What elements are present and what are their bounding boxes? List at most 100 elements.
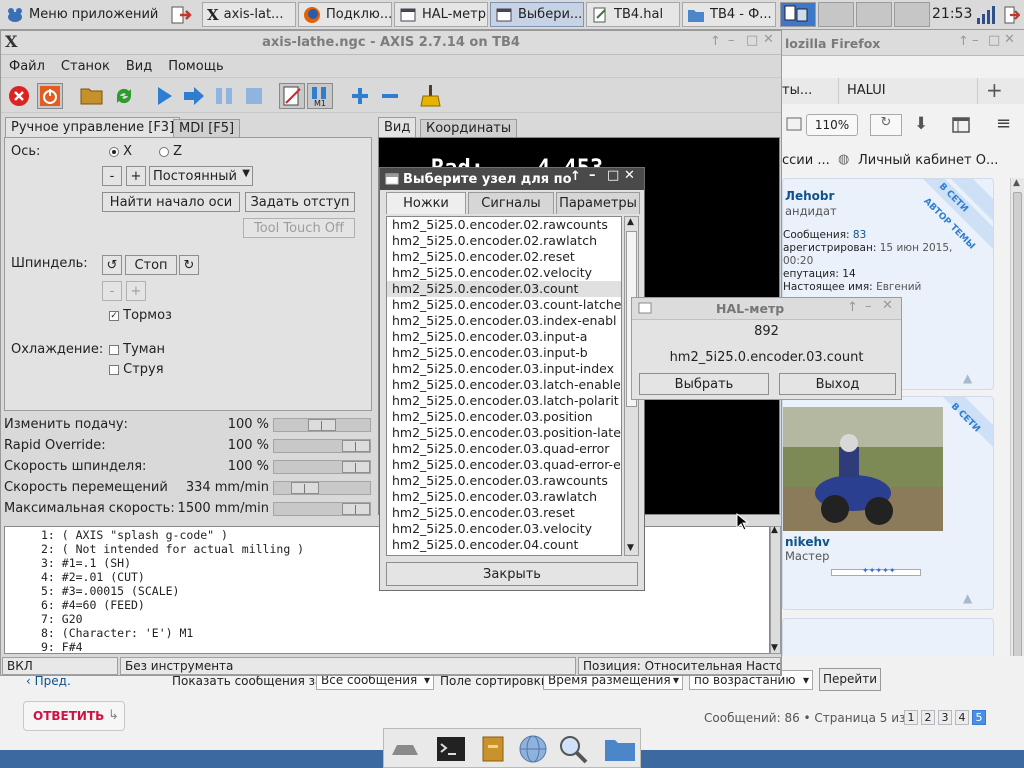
close-icon[interactable]: ✕ — [1004, 32, 1015, 47]
meter-exit-button[interactable]: Выход — [779, 373, 896, 395]
page-link-2[interactable]: 2 — [921, 710, 935, 725]
reply-button[interactable]: ОТВЕТИТЬ ↳ — [23, 701, 125, 731]
override-slider[interactable] — [273, 418, 371, 432]
applications-menu-button[interactable]: Меню приложений — [2, 2, 162, 27]
meter-select-button[interactable]: Выбрать — [639, 373, 769, 395]
pin-list-item[interactable]: hm2_5i25.0.encoder.02.reset — [387, 249, 621, 265]
task-tb4hal[interactable]: TB4.hal — [586, 2, 680, 27]
menu-file[interactable]: Файл — [1, 59, 53, 74]
slider-knob[interactable] — [342, 440, 370, 452]
pin-list-item[interactable]: hm2_5i25.0.encoder.03.latch-enable — [387, 377, 621, 393]
tool-touch-off-button[interactable]: Tool Touch Off — [243, 218, 355, 238]
tab-pins[interactable]: Ножки — [386, 192, 466, 214]
new-tab-icon[interactable]: + — [986, 78, 1003, 102]
tab-preview[interactable]: Вид — [378, 117, 417, 137]
tab-signals[interactable]: Сигналы — [468, 192, 554, 214]
pin-list-item[interactable]: hm2_5i25.0.encoder.03.velocity — [387, 521, 621, 537]
scroll-down-icon[interactable]: ▼ — [627, 543, 634, 553]
arrow-up-icon[interactable]: ↑ — [710, 34, 721, 49]
reload-icon[interactable]: ↻ — [870, 114, 902, 136]
pin-list-item[interactable]: hm2_5i25.0.encoder.02.rawlatch — [387, 233, 621, 249]
override-slider[interactable] — [273, 439, 371, 453]
bookmark-1[interactable]: ссии ... — [782, 153, 830, 168]
task-hal-meter[interactable]: HAL-метр — [394, 2, 488, 27]
page-link-3[interactable]: 3 — [938, 710, 952, 725]
close-icon[interactable]: ✕ — [763, 32, 774, 47]
slider-knob[interactable] — [342, 461, 370, 473]
spindle-reverse-button[interactable]: ↺ — [102, 255, 122, 275]
maximize-icon[interactable]: □ — [988, 33, 1000, 48]
flood-checkbox[interactable]: Струя — [109, 362, 164, 377]
slider-knob[interactable] — [342, 503, 370, 515]
post-username[interactable]: nikehv — [785, 535, 830, 549]
firefox-tab-1[interactable]: ты... — [782, 83, 812, 98]
slider-knob[interactable] — [308, 419, 336, 431]
prev-link[interactable]: ‹ Пред. — [26, 674, 71, 688]
jog-plus-button[interactable]: + — [126, 166, 146, 186]
workspace-2[interactable] — [818, 2, 854, 27]
gcode-line[interactable]: 8: (Character: 'E') M1 — [11, 626, 769, 640]
pin-list[interactable]: hm2_5i25.0.encoder.02.rawcounts hm2_5i25.… — [386, 216, 622, 556]
close-icon[interactable]: ✕ — [624, 168, 635, 183]
page-link-4[interactable]: 4 — [955, 710, 969, 725]
arrow-up-icon[interactable]: ↑ — [570, 169, 581, 184]
pin-list-item[interactable]: hm2_5i25.0.encoder.04.count — [387, 537, 621, 553]
pause-button[interactable] — [211, 83, 237, 109]
menu-view[interactable]: Вид — [118, 59, 160, 74]
pin-list-item[interactable]: hm2_5i25.0.encoder.04.count-latch — [387, 553, 621, 555]
pin-list-item[interactable]: hm2_5i25.0.encoder.03.position-late — [387, 425, 621, 441]
download-icon[interactable]: ⬇ — [914, 114, 928, 134]
brake-checkbox[interactable]: ✓ Тормоз — [109, 308, 172, 323]
reload-file-button[interactable] — [111, 83, 137, 109]
file-manager-icon[interactable] — [482, 735, 504, 763]
minimize-icon[interactable]: – — [865, 299, 872, 314]
maximize-icon[interactable]: □ — [746, 33, 758, 48]
axis-z-radio[interactable]: Z — [159, 144, 182, 159]
machine-power-button[interactable] — [37, 83, 63, 109]
logout-icon[interactable] — [1002, 5, 1020, 25]
page-link-1[interactable]: 1 — [904, 710, 918, 725]
chooser-close-button[interactable]: Закрыть — [386, 562, 638, 586]
pin-list-item[interactable]: hm2_5i25.0.encoder.03.input-b — [387, 345, 621, 361]
clock[interactable]: 21:53 — [932, 6, 972, 22]
tab-mdi[interactable]: MDI [F5] — [173, 119, 241, 137]
menu-help[interactable]: Помощь — [160, 59, 231, 74]
pin-list-item[interactable]: hm2_5i25.0.encoder.02.rawcounts — [387, 217, 621, 233]
terminal-icon[interactable] — [436, 735, 466, 763]
gcode-line[interactable]: 7: G20 — [11, 612, 769, 626]
firefox-scroll-thumb[interactable] — [1013, 192, 1022, 686]
gcode-line[interactable]: 9: F#4 — [11, 640, 769, 653]
pin-list-item[interactable]: hm2_5i25.0.encoder.03.index-enabl — [387, 313, 621, 329]
arrow-up-icon[interactable]: ↑ — [847, 300, 858, 315]
firefox-tab-halui[interactable]: HALUI — [838, 78, 978, 104]
scroll-up-icon[interactable]: ▲ — [771, 525, 778, 535]
pin-list-item[interactable]: hm2_5i25.0.encoder.03.rawlatch — [387, 489, 621, 505]
zoom-in-button[interactable] — [347, 83, 373, 109]
override-slider[interactable] — [273, 502, 371, 516]
network-icon[interactable] — [976, 6, 996, 24]
clear-backplot-button[interactable] — [417, 83, 443, 109]
touch-off-button[interactable]: Задать отступ — [245, 192, 355, 212]
tab-dro[interactable]: Координаты — [420, 119, 518, 137]
pin-list-item[interactable]: hm2_5i25.0.encoder.03.input-a — [387, 329, 621, 345]
mist-checkbox[interactable]: Туман — [109, 342, 165, 357]
open-file-button[interactable] — [79, 83, 105, 109]
gcode-line[interactable]: 6: #4=60 (FEED) — [11, 598, 769, 612]
pin-list-item[interactable]: hm2_5i25.0.encoder.03.count-latche — [387, 297, 621, 313]
task-chooser[interactable]: Выбери... — [490, 2, 584, 27]
task-firefox[interactable]: Подклю... — [298, 2, 392, 27]
menu-machine[interactable]: Станок — [53, 59, 118, 74]
zoom-indicator[interactable]: 110% — [806, 114, 858, 136]
show-desktop-icon[interactable] — [390, 737, 420, 761]
minimize-icon[interactable]: – — [972, 33, 979, 48]
web-browser-icon[interactable] — [518, 734, 548, 764]
run-program-button[interactable] — [151, 83, 177, 109]
bookmark-2[interactable]: Личный кабинет О... — [858, 153, 998, 168]
tab-params[interactable]: Параметры — [556, 192, 640, 214]
logout-icon[interactable] — [170, 5, 192, 25]
spindle-stop-button[interactable]: Стоп — [125, 255, 177, 275]
workspace-1[interactable] — [780, 2, 816, 27]
estop-button[interactable] — [6, 83, 32, 109]
pin-list-item[interactable]: hm2_5i25.0.encoder.03.count — [387, 281, 621, 297]
slider-knob[interactable] — [291, 482, 319, 494]
